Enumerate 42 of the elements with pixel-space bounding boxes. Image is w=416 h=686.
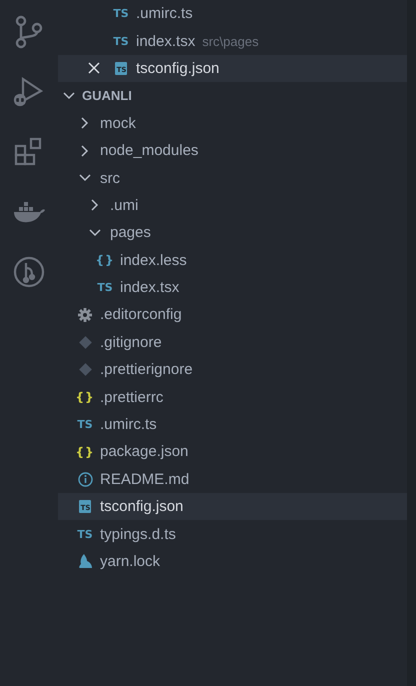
source-control-icon[interactable] xyxy=(15,15,43,49)
chevron-right-icon[interactable] xyxy=(81,117,89,130)
file-item[interactable]: TS typings.d.ts xyxy=(58,520,407,548)
chevron-right-icon[interactable] xyxy=(81,144,89,157)
typescript-icon: TS xyxy=(113,36,129,47)
gear-icon xyxy=(78,308,92,322)
whale-icon[interactable] xyxy=(13,201,45,223)
file-item[interactable]: {} index.less xyxy=(58,246,407,274)
open-editor-item[interactable]: TS .umirc.ts xyxy=(58,0,407,28)
folder-item[interactable]: node_modules xyxy=(58,136,407,164)
close-icon[interactable] xyxy=(88,62,100,74)
folder-item[interactable]: mock xyxy=(58,110,407,137)
file-item[interactable]: TS .umirc.ts xyxy=(58,410,407,438)
info-icon xyxy=(78,472,92,487)
file-item[interactable]: yarn.lock xyxy=(58,548,407,576)
folder-item[interactable]: pages xyxy=(58,219,407,247)
file-item[interactable]: .editorconfig xyxy=(58,301,407,329)
typescript-icon: TS xyxy=(113,8,129,20)
braces-icon: {} xyxy=(75,446,95,458)
file-item[interactable]: .gitignore xyxy=(58,328,407,356)
typescript-icon: TS xyxy=(97,282,113,294)
git-graph-icon[interactable] xyxy=(13,256,45,288)
chevron-right-icon[interactable] xyxy=(91,199,99,212)
braces-icon: {} xyxy=(75,391,95,404)
typescript-icon: TS xyxy=(77,528,93,540)
folder-item[interactable]: src xyxy=(58,164,407,192)
typescript-icon: TS xyxy=(77,419,93,430)
folder-item[interactable]: .umi xyxy=(58,192,407,220)
file-item[interactable]: {} package.json xyxy=(58,438,407,466)
file-item[interactable]: {} .prettierrc xyxy=(58,383,407,411)
open-editor-item[interactable]: TS index.tsx src\pages xyxy=(58,27,407,55)
file-item[interactable]: README.md xyxy=(58,466,407,494)
section-header[interactable]: GUANLI xyxy=(58,82,407,110)
file-path: src\pages xyxy=(202,34,259,49)
chevron-down-icon[interactable] xyxy=(89,228,101,237)
braces-icon: {} xyxy=(95,254,115,266)
run-debug-icon[interactable] xyxy=(13,76,45,108)
chevron-down-icon[interactable] xyxy=(63,92,75,100)
extensions-icon[interactable] xyxy=(14,137,44,167)
chevron-down-icon[interactable] xyxy=(79,174,91,182)
file-item[interactable]: TS index.tsx xyxy=(58,274,407,302)
file-item[interactable]: .prettierignore xyxy=(58,356,407,384)
